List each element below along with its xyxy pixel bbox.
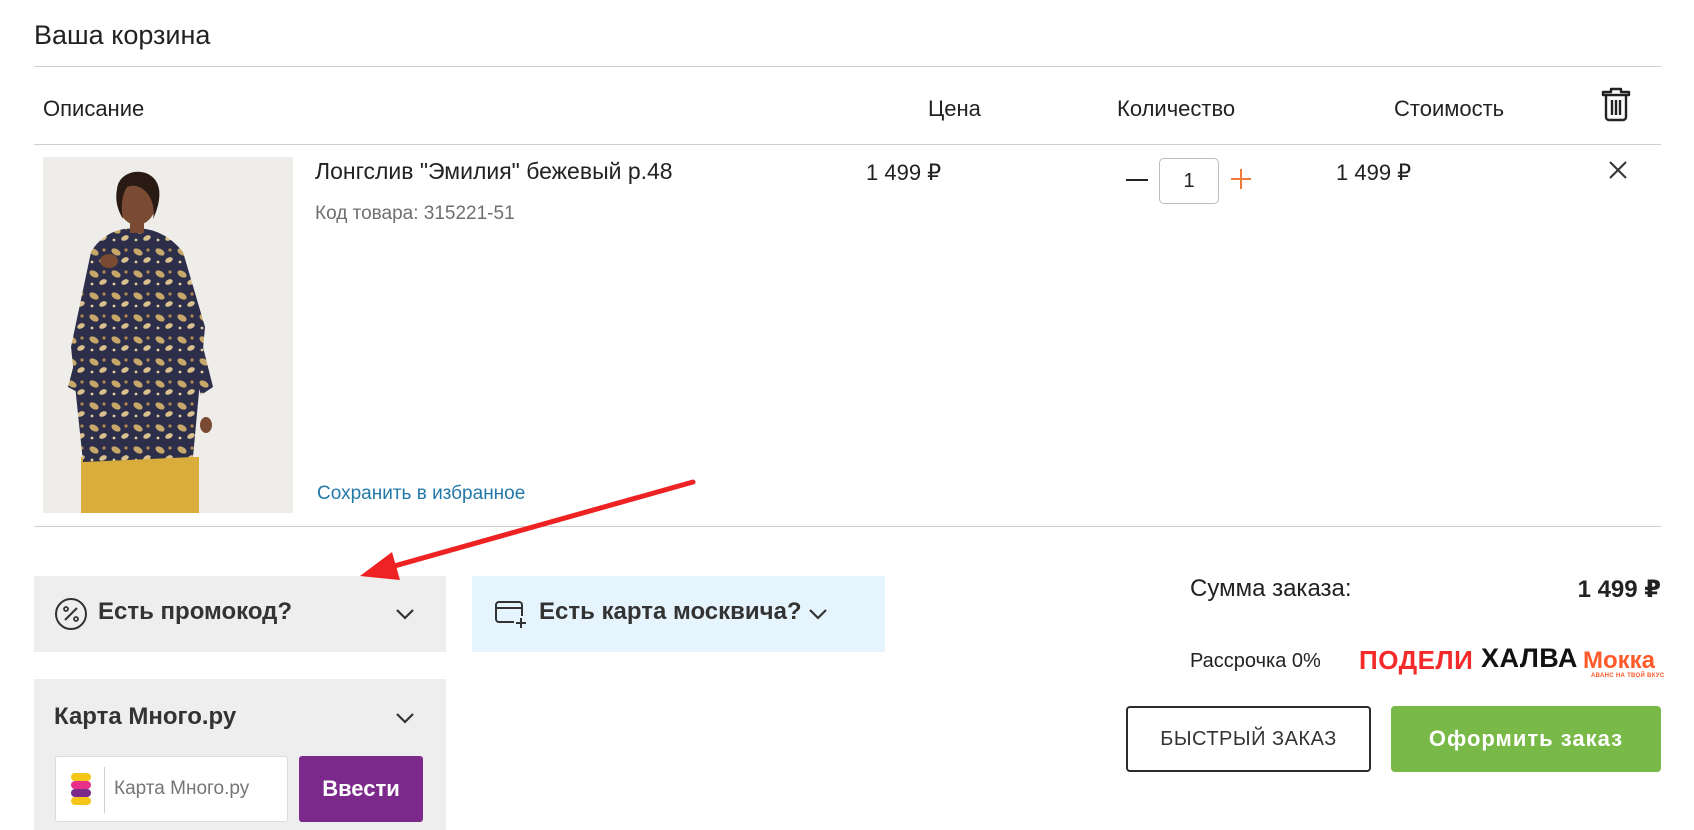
promo-code-label: Есть промокод? [98, 598, 293, 625]
moscow-card-label: Есть карта москвича? [539, 598, 802, 625]
chevron-down-icon [809, 609, 827, 620]
installment-label: Рассрочка 0% [1190, 650, 1321, 672]
column-header-description: Описание [43, 96, 145, 121]
order-sum-value: 1 499 ₽ [1577, 576, 1661, 603]
save-to-favorites-link[interactable]: Сохранить в избранное [317, 483, 525, 505]
checkout-button[interactable]: Оформить заказ [1391, 706, 1661, 772]
item-price: 1 499 ₽ [866, 160, 942, 185]
promo-code-toggle[interactable]: Есть промокод? [34, 576, 446, 652]
mnogo-logo-icon [71, 773, 91, 805]
podeli-logo: ПОДЕЛИ [1359, 645, 1474, 675]
trash-icon[interactable] [1600, 86, 1632, 122]
mnogo-card-field [55, 756, 288, 822]
divider [34, 144, 1661, 145]
quantity-input[interactable] [1159, 158, 1219, 204]
item-total: 1 499 ₽ [1336, 160, 1412, 185]
mnogo-submit-button[interactable]: Ввести [299, 756, 423, 822]
percent-icon [55, 598, 87, 630]
minus-icon[interactable] [1124, 163, 1150, 197]
product-name[interactable]: Лонгслив "Эмилия" бежевый р.48 [315, 158, 673, 185]
divider [34, 66, 1661, 67]
mnogo-card-title[interactable]: Карта Много.ру [54, 703, 236, 731]
mokka-tagline: АВАНС НА ТВОЙ ВКУС [1591, 673, 1665, 679]
halva-logo: ХАЛВА [1481, 643, 1578, 673]
divider [34, 526, 1661, 527]
product-code: Код товара: 315221-51 [315, 203, 515, 224]
mnogo-card-input[interactable] [114, 769, 282, 809]
field-separator [104, 767, 105, 813]
column-header-price: Цена [928, 96, 981, 121]
chevron-down-icon[interactable] [394, 707, 416, 729]
mnogo-card-panel: Карта Много.ру Ввести [34, 679, 446, 830]
column-header-quantity: Количество [1117, 96, 1236, 121]
mokka-logo: Мокка [1583, 647, 1656, 674]
card-plus-icon [495, 601, 528, 629]
column-header-total: Стоимость [1394, 96, 1505, 121]
moscow-card-toggle[interactable]: Есть карта москвича? [472, 576, 885, 652]
close-icon[interactable] [1607, 159, 1629, 181]
product-image[interactable] [43, 157, 293, 513]
plus-icon[interactable] [1229, 167, 1253, 191]
chevron-down-icon [396, 609, 414, 620]
quick-order-button[interactable]: БЫСТРЫЙ ЗАКАЗ [1126, 706, 1371, 772]
page-title: Ваша корзина [34, 20, 211, 50]
order-sum-label: Сумма заказа: [1190, 575, 1352, 602]
